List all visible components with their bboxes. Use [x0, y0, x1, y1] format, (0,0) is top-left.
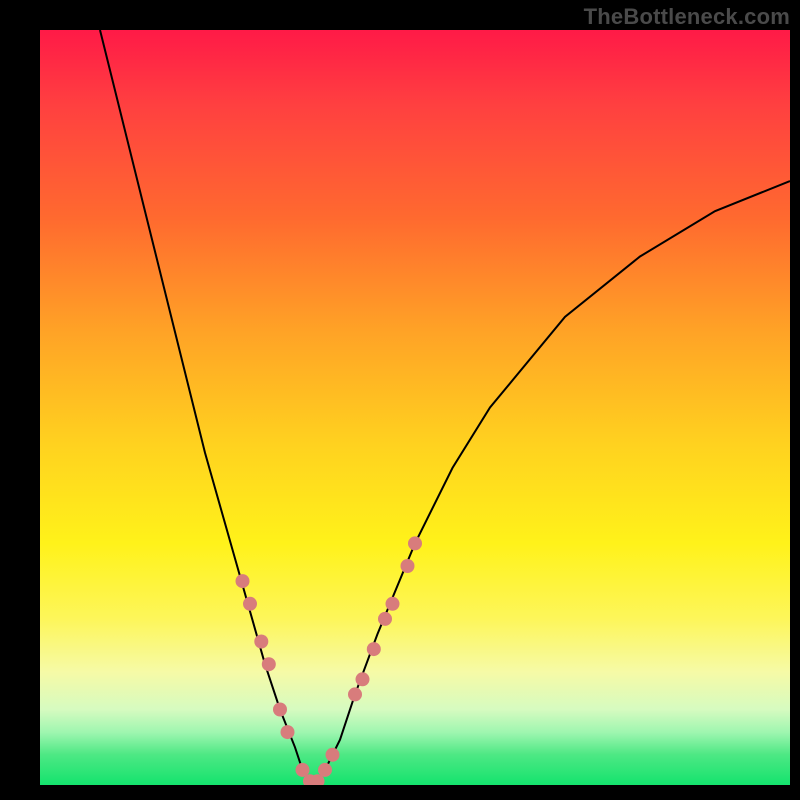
watermark-text: TheBottleneck.com	[584, 4, 790, 30]
chart-frame: TheBottleneck.com	[0, 0, 800, 800]
data-marker	[348, 687, 362, 701]
data-marker	[254, 635, 268, 649]
data-marker	[401, 559, 415, 573]
data-marker	[236, 574, 250, 588]
data-marker	[281, 725, 295, 739]
marker-group	[236, 536, 423, 785]
data-marker	[262, 657, 276, 671]
data-marker	[367, 642, 381, 656]
bottleneck-curve-svg	[40, 30, 790, 785]
plot-area	[40, 30, 790, 785]
data-marker	[318, 763, 332, 777]
data-marker	[386, 597, 400, 611]
data-marker	[378, 612, 392, 626]
data-marker	[243, 597, 257, 611]
bottleneck-curve-path	[100, 30, 790, 781]
data-marker	[408, 536, 422, 550]
data-marker	[356, 672, 370, 686]
data-marker	[273, 703, 287, 717]
data-marker	[326, 748, 340, 762]
